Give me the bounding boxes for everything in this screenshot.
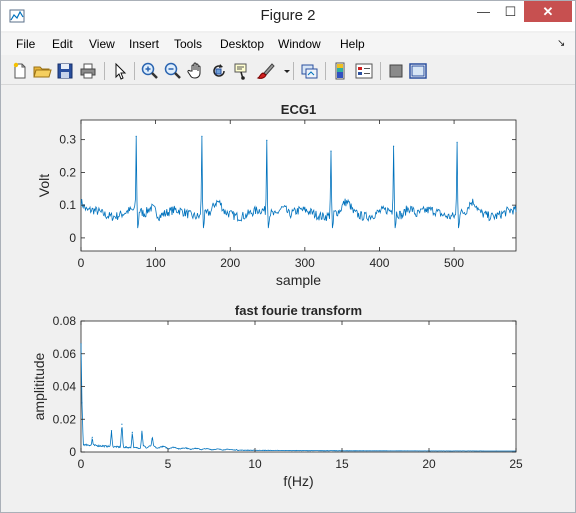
fft-peak-point	[131, 431, 133, 433]
x-axis-label: f(Hz)	[283, 473, 313, 489]
y-tick-label: 0.04	[53, 380, 77, 394]
menu-window[interactable]: Window	[278, 37, 321, 51]
colorbar-icon[interactable]	[331, 61, 351, 81]
y-tick-label: 0.2	[59, 165, 76, 179]
menu-edit[interactable]: Edit	[52, 37, 73, 51]
link-plot-icon[interactable]	[299, 61, 319, 81]
plots-svg[interactable]: 0 100 200 300 400 50000.10.20.3ECG1sampleVolt…	[2, 87, 574, 512]
chart-title: ECG1	[281, 102, 316, 117]
menu-help[interactable]: Help	[340, 37, 365, 51]
open-file-icon[interactable]	[32, 61, 52, 81]
x-tick-label: 0	[78, 256, 85, 270]
y-tick-label: 0.1	[59, 198, 76, 212]
menu-file[interactable]: File	[16, 37, 35, 51]
toolbar-separator	[325, 62, 326, 80]
rotate-3d-icon[interactable]	[209, 61, 229, 81]
menu-tools[interactable]: Tools	[174, 37, 202, 51]
x-tick-label: 10	[248, 457, 262, 471]
x-tick-label: 5	[165, 457, 172, 471]
figure-toolbar	[1, 57, 575, 85]
edit-plot-arrow-icon[interactable]	[110, 61, 130, 81]
close-button[interactable]: ✕	[524, 1, 572, 22]
print-icon[interactable]	[78, 61, 98, 81]
x-tick-label: 200	[220, 256, 240, 270]
menu-view[interactable]: View	[89, 37, 115, 51]
r-peak-point	[135, 135, 137, 137]
x-tick-label: 25	[509, 457, 523, 471]
maximize-button[interactable]: ☐	[497, 1, 524, 22]
fft-axes: 0 5 10 15 20 25 0 0.02 0.04 0.06 0.08 fast fourie t…	[31, 303, 523, 489]
y-tick-label: 0.3	[59, 133, 76, 147]
dock-arrow-icon[interactable]: ↘	[557, 38, 565, 49]
y-tick-label: 0	[69, 445, 76, 459]
fft-peak-point	[91, 436, 93, 438]
chart-title: fast fourie transform	[235, 303, 362, 318]
fft-peak-point	[121, 423, 123, 425]
zoom-in-icon[interactable]	[140, 61, 160, 81]
r-peak-point	[201, 135, 203, 137]
figure-canvas[interactable]: 0 100 200 300 400 500 0 0.1 0.2 0.3 ECG1 sample Volt…	[2, 87, 574, 512]
fft-peak-point	[81, 402, 83, 404]
x-tick-label: 100	[146, 256, 166, 270]
menu-insert[interactable]: Insert	[129, 37, 159, 51]
toolbar-separator	[104, 62, 105, 80]
fft-peak-point	[151, 438, 153, 440]
x-tick-label: 500	[444, 256, 464, 270]
axes-box	[80, 320, 517, 453]
chevron-down-icon[interactable]	[277, 61, 290, 81]
x-tick-label: 20	[422, 457, 436, 471]
r-peak-point	[456, 141, 458, 143]
data-cursor-icon[interactable]	[232, 61, 252, 81]
x-tick-label: 300	[295, 256, 315, 270]
minimize-button[interactable]: —	[470, 1, 497, 22]
fft-peak-point	[80, 343, 82, 345]
y-tick-label: 0.06	[53, 347, 77, 361]
y-axis-label: amplititude	[31, 352, 47, 420]
fft-peak-point	[141, 433, 143, 435]
new-figure-icon[interactable]	[10, 61, 30, 81]
y-tick-label: 0.08	[53, 314, 77, 328]
fft-peak-point	[110, 430, 113, 432]
pan-hand-icon[interactable]	[186, 61, 206, 81]
r-peak-point	[266, 139, 268, 141]
toolbar-separator	[380, 62, 381, 80]
y-tick-label: 0	[69, 231, 76, 245]
menu-bar: File Edit View Insert Tools Desktop Wind…	[1, 33, 575, 55]
title-bar[interactable]: Figure 2 — ☐ ✕	[1, 1, 575, 31]
r-peak-point	[393, 145, 395, 147]
brush-icon[interactable]	[256, 61, 276, 81]
r-peak-point	[330, 150, 332, 152]
y-tick-label: 0.02	[53, 412, 77, 426]
toolbar-separator	[134, 62, 135, 80]
x-axis-label: sample	[276, 272, 321, 288]
show-plot-tools-icon[interactable]	[408, 61, 428, 81]
ecg-axes: 0 100 200 300 400 500 0 0.1 0.2 0.3 ECG1 sample Volt	[36, 102, 517, 288]
hide-plot-tools-icon[interactable]	[386, 61, 406, 81]
save-icon[interactable]	[55, 61, 75, 81]
axes-box	[80, 119, 517, 252]
y-axis-label: Volt	[36, 174, 52, 197]
zoom-out-icon[interactable]	[163, 61, 183, 81]
toolbar-separator	[293, 62, 294, 80]
menu-desktop[interactable]: Desktop	[220, 37, 264, 51]
legend-icon[interactable]	[354, 61, 374, 81]
x-tick-label: 400	[369, 256, 389, 270]
matlab-figure-window: Figure 2 — ☐ ✕ File Edit View Insert Too…	[0, 0, 576, 513]
x-tick-label: 0	[78, 457, 85, 471]
x-tick-label: 15	[335, 457, 349, 471]
